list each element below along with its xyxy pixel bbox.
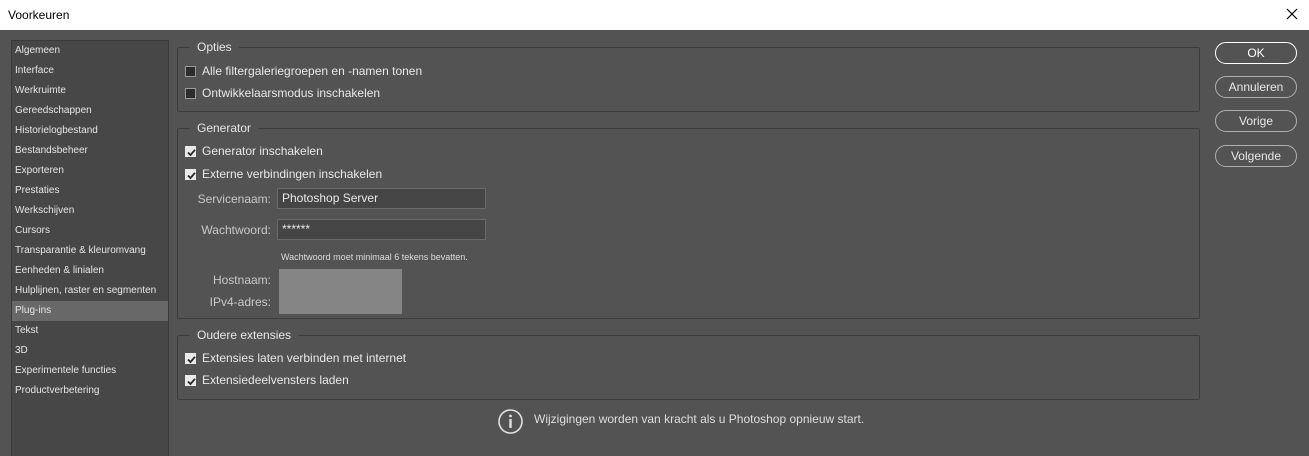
hostnaam-label: Hostnaam: bbox=[212, 273, 271, 287]
sidebar-item-hulplijnen-raster-en-segmenten[interactable]: Hulplijnen, raster en segmenten bbox=[12, 281, 168, 301]
sidebar-item-exporteren[interactable]: Exporteren bbox=[12, 161, 168, 181]
generator-group-title: Generator bbox=[190, 121, 259, 135]
servicenaam-input[interactable]: Photoshop Server bbox=[277, 188, 486, 209]
extern-checkbox[interactable] bbox=[185, 168, 196, 180]
ontwikkelaar-label: Ontwikkelaarsmodus inschakelen bbox=[202, 86, 381, 100]
filtergalerie-option[interactable]: Alle filtergaleriegroepen en -namen tone… bbox=[185, 64, 422, 78]
filtergalerie-label: Alle filtergaleriegroepen en -namen tone… bbox=[202, 64, 423, 78]
opties-group: Opties bbox=[177, 40, 1200, 112]
sidebar-item-gereedschappen[interactable]: Gereedschappen bbox=[12, 101, 168, 121]
extensiedeelvensters-checkbox[interactable] bbox=[185, 374, 196, 386]
generator-enable-option[interactable]: Generator inschakelen bbox=[185, 144, 323, 158]
oudere-extensies-title: Oudere extensies bbox=[190, 328, 299, 342]
sidebar-item-tekst[interactable]: Tekst bbox=[12, 321, 168, 341]
ipv4-label: IPv4-adres: bbox=[209, 295, 271, 309]
extern-option[interactable]: Externe verbindingen inschakelen bbox=[185, 167, 382, 181]
window-title: Voorkeuren bbox=[8, 8, 70, 22]
sidebar-item-interface[interactable]: Interface bbox=[12, 61, 168, 81]
checkmark-icon bbox=[187, 148, 196, 156]
ok-button[interactable]: OK bbox=[1215, 42, 1297, 64]
volgende-button[interactable]: Volgende bbox=[1215, 145, 1297, 167]
servicenaam-label: Servicenaam: bbox=[197, 192, 271, 206]
sidebar-item-bestandsbeheer[interactable]: Bestandsbeheer bbox=[12, 141, 168, 161]
oudere-extensies-group: Oudere extensies bbox=[177, 328, 1200, 400]
extensies-internet-checkbox[interactable] bbox=[185, 352, 196, 364]
ontwikkelaar-option[interactable]: Ontwikkelaarsmodus inschakelen bbox=[185, 86, 380, 100]
extern-label: Externe verbindingen inschakelen bbox=[202, 167, 383, 181]
sidebar-item-werkschijven[interactable]: Werkschijven bbox=[12, 201, 168, 221]
sidebar-item-historielogbestand[interactable]: Historielogbestand bbox=[12, 121, 168, 141]
host-address-box bbox=[279, 269, 402, 314]
wachtwoord-input[interactable]: ****** bbox=[277, 219, 486, 240]
sidebar-item-transparantie-kleuromvang[interactable]: Transparantie & kleuromvang bbox=[12, 241, 168, 261]
checkmark-icon bbox=[187, 377, 196, 385]
opties-group-title: Opties bbox=[190, 40, 239, 54]
sidebar-item-3d[interactable]: 3D bbox=[12, 341, 168, 361]
sidebar-item-plug-ins[interactable]: Plug-ins bbox=[12, 301, 168, 321]
sidebar-item-algemeen[interactable]: Algemeen bbox=[12, 41, 168, 61]
sidebar-item-productverbetering[interactable]: Productverbetering bbox=[12, 381, 168, 401]
checkmark-icon bbox=[187, 355, 196, 363]
restart-notice: Wijzigingen worden van kracht als u Phot… bbox=[497, 408, 864, 440]
vorige-button[interactable]: Vorige bbox=[1215, 110, 1297, 132]
generator-enable-label: Generator inschakelen bbox=[202, 144, 323, 158]
wachtwoord-hint: Wachtwoord moet minimaal 6 tekens bevatt… bbox=[281, 252, 468, 262]
wachtwoord-label: Wachtwoord: bbox=[201, 223, 271, 237]
restart-notice-text: Wijzigingen worden van kracht als u Phot… bbox=[534, 412, 865, 426]
sidebar-item-experimentele-functies[interactable]: Experimentele functies bbox=[12, 361, 168, 381]
sidebar-item-eenheden-linialen[interactable]: Eenheden & linialen bbox=[12, 261, 168, 281]
close-icon[interactable] bbox=[1281, 3, 1303, 25]
sidebar-item-prestaties[interactable]: Prestaties bbox=[12, 181, 168, 201]
preferences-sidebar: Algemeen Interface Werkruimte Gereedschappe… bbox=[11, 40, 169, 456]
info-icon bbox=[497, 408, 524, 440]
sidebar-item-cursors[interactable]: Cursors bbox=[12, 221, 168, 241]
ontwikkelaar-checkbox[interactable] bbox=[185, 87, 196, 99]
checkmark-icon bbox=[187, 171, 196, 179]
sidebar-item-werkruimte[interactable]: Werkruimte bbox=[12, 81, 168, 101]
extensiedeelvensters-label: Extensiedeelvensters laden bbox=[202, 373, 349, 387]
extensiedeelvensters-option[interactable]: Extensiedeelvensters laden bbox=[185, 373, 349, 387]
extensies-internet-option[interactable]: Extensies laten verbinden met internet bbox=[185, 351, 406, 365]
extensies-internet-label: Extensies laten verbinden met internet bbox=[202, 351, 407, 365]
title-bar: Voorkeuren bbox=[0, 0, 1309, 30]
annuleren-button[interactable]: Annuleren bbox=[1215, 76, 1297, 98]
generator-enable-checkbox[interactable] bbox=[185, 145, 196, 157]
filtergalerie-checkbox[interactable] bbox=[185, 65, 196, 77]
